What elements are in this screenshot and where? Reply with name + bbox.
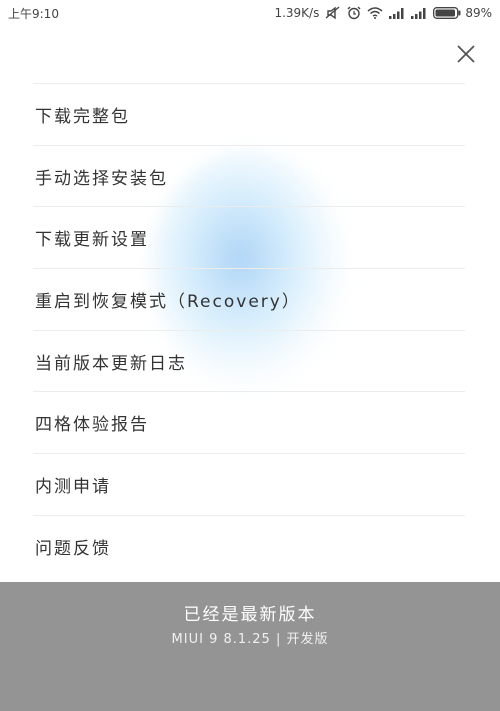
menu-item-experience-report[interactable]: 四格体验报告 [33,392,465,455]
network-speed: 1.39K/s [274,6,320,20]
menu-item-download-full-package[interactable]: 下载完整包 [33,84,465,146]
menu-item-label: 重启到恢复模式（Recovery） [35,291,301,312]
status-bar: 上午9:10 1.39K/s 89% [0,0,500,26]
status-icons: 1.39K/s 89% [274,6,492,20]
menu-item-label: 内测申请 [35,476,111,497]
signal-icon [411,7,427,19]
menu-item-label: 手动选择安装包 [35,168,168,189]
version-info: MIUI 9 8.1.25 | 开发版 [171,632,329,647]
wifi-icon [367,7,383,19]
menu-item-label: 问题反馈 [35,539,111,560]
mute-icon [325,6,341,20]
menu-item-download-update-settings[interactable]: 下载更新设置 [33,207,465,270]
version-footer: 已经是最新版本 MIUI 9 8.1.25 | 开发版 [0,582,500,711]
menu-item-label: 下载完整包 [35,106,130,127]
signal-icon [389,7,405,19]
alarm-icon [347,6,361,20]
battery-percent: 89% [465,6,492,20]
battery-indicator: 89% [433,6,492,20]
menu-item-label: 四格体验报告 [35,415,149,436]
menu-item-feedback[interactable]: 问题反馈 [33,516,465,578]
close-icon [457,45,475,63]
menu-item-manual-select-package[interactable]: 手动选择安装包 [33,146,465,208]
close-button[interactable] [452,40,480,68]
menu-item-beta-application[interactable]: 内测申请 [33,454,465,516]
menu-item-changelog[interactable]: 当前版本更新日志 [33,331,465,393]
menu-item-label: 下载更新设置 [35,230,149,251]
battery-icon [433,7,461,19]
update-status: 已经是最新版本 [183,605,317,625]
menu-item-reboot-recovery[interactable]: 重启到恢复模式（Recovery） [33,269,465,331]
menu-item-label: 当前版本更新日志 [35,353,187,374]
options-menu: 下载完整包 手动选择安装包 下载更新设置 重启到恢复模式（Recovery） 当… [33,83,465,578]
status-time: 上午9:10 [8,6,59,21]
